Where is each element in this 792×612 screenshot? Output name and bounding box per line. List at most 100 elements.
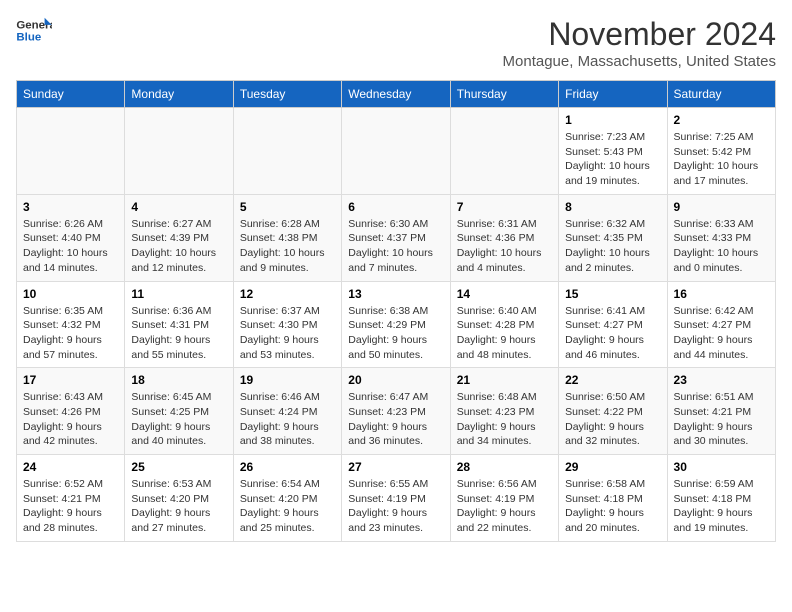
calendar-cell <box>125 108 233 195</box>
day-info: Sunrise: 6:26 AM Sunset: 4:40 PM Dayligh… <box>23 217 118 276</box>
calendar-cell: 19 Sunrise: 6:46 AM Sunset: 4:24 PM Dayli… <box>233 368 341 455</box>
month-title: November 2024 <box>503 16 776 53</box>
day-number: 28 <box>457 460 552 474</box>
day-number: 30 <box>674 460 769 474</box>
day-number: 15 <box>565 287 660 301</box>
calendar-cell: 3Sunrise: 6:26 AM Sunset: 4:40 PM Daylig… <box>17 194 125 281</box>
calendar-cell <box>450 108 558 195</box>
calendar-week-2: 3Sunrise: 6:26 AM Sunset: 4:40 PM Daylig… <box>17 194 776 281</box>
day-header-tuesday: Tuesday <box>233 81 341 108</box>
day-info: Sunrise: 6:58 AM Sunset: 4:18 PM Dayligh… <box>565 477 660 536</box>
calendar-cell: 1Sunrise: 7:23 AM Sunset: 5:43 PM Daylig… <box>559 108 667 195</box>
logo: General Blue <box>16 16 52 46</box>
day-header-sunday: Sunday <box>17 81 125 108</box>
calendar-cell: 9 Sunrise: 6:33 AM Sunset: 4:33 PM Daylig… <box>667 194 775 281</box>
day-number: 18 <box>131 373 226 387</box>
title-area: November 2024 Montague, Massachusetts, U… <box>503 16 776 70</box>
day-header-wednesday: Wednesday <box>342 81 450 108</box>
calendar-cell: 25 Sunrise: 6:53 AM Sunset: 4:20 PM Dayli… <box>125 455 233 542</box>
day-header-monday: Monday <box>125 81 233 108</box>
calendar-cell: 7Sunrise: 6:31 AM Sunset: 4:36 PM Daylig… <box>450 194 558 281</box>
day-info: Sunrise: 6:35 AM Sunset: 4:32 PM Dayligh… <box>23 304 118 363</box>
calendar-cell: 5Sunrise: 6:28 AM Sunset: 4:38 PM Daylig… <box>233 194 341 281</box>
location-title: Montague, Massachusetts, United States <box>503 53 776 70</box>
calendar-cell: 16Sunrise: 6:42 AM Sunset: 4:27 PM Dayli… <box>667 281 775 368</box>
day-info: Sunrise: 7:25 AM Sunset: 5:42 PM Dayligh… <box>674 130 769 189</box>
calendar-cell: 14 Sunrise: 6:40 AM Sunset: 4:28 PM Dayli… <box>450 281 558 368</box>
day-info: Sunrise: 6:47 AM Sunset: 4:23 PM Dayligh… <box>348 390 443 449</box>
calendar-cell: 2 Sunrise: 7:25 AM Sunset: 5:42 PM Daylig… <box>667 108 775 195</box>
day-number: 24 <box>23 460 118 474</box>
calendar-cell: 4Sunrise: 6:27 AM Sunset: 4:39 PM Daylig… <box>125 194 233 281</box>
calendar-cell: 24 Sunrise: 6:52 AM Sunset: 4:21 PM Dayli… <box>17 455 125 542</box>
day-info: Sunrise: 6:59 AM Sunset: 4:18 PM Dayligh… <box>674 477 769 536</box>
day-number: 1 <box>565 113 660 127</box>
day-info: Sunrise: 6:50 AM Sunset: 4:22 PM Dayligh… <box>565 390 660 449</box>
day-number: 12 <box>240 287 335 301</box>
svg-text:Blue: Blue <box>16 32 41 44</box>
day-info: Sunrise: 6:54 AM Sunset: 4:20 PM Dayligh… <box>240 477 335 536</box>
day-number: 9 <box>674 200 769 214</box>
day-info: Sunrise: 6:42 AM Sunset: 4:27 PM Dayligh… <box>674 304 769 363</box>
day-info: Sunrise: 6:36 AM Sunset: 4:31 PM Dayligh… <box>131 304 226 363</box>
calendar-cell: 12 Sunrise: 6:37 AM Sunset: 4:30 PM Dayli… <box>233 281 341 368</box>
calendar-cell: 17Sunrise: 6:43 AM Sunset: 4:26 PM Dayli… <box>17 368 125 455</box>
calendar-cell: 18 Sunrise: 6:45 AM Sunset: 4:25 PM Dayli… <box>125 368 233 455</box>
day-number: 2 <box>674 113 769 127</box>
day-header-friday: Friday <box>559 81 667 108</box>
day-header-saturday: Saturday <box>667 81 775 108</box>
day-number: 23 <box>674 373 769 387</box>
calendar-week-1: 1Sunrise: 7:23 AM Sunset: 5:43 PM Daylig… <box>17 108 776 195</box>
day-info: Sunrise: 6:32 AM Sunset: 4:35 PM Dayligh… <box>565 217 660 276</box>
calendar-week-4: 17Sunrise: 6:43 AM Sunset: 4:26 PM Dayli… <box>17 368 776 455</box>
day-number: 11 <box>131 287 226 301</box>
calendar-cell: 6 Sunrise: 6:30 AM Sunset: 4:37 PM Daylig… <box>342 194 450 281</box>
day-number: 8 <box>565 200 660 214</box>
day-number: 14 <box>457 287 552 301</box>
day-info: Sunrise: 6:41 AM Sunset: 4:27 PM Dayligh… <box>565 304 660 363</box>
calendar-cell: 15 Sunrise: 6:41 AM Sunset: 4:27 PM Dayli… <box>559 281 667 368</box>
day-info: Sunrise: 6:27 AM Sunset: 4:39 PM Dayligh… <box>131 217 226 276</box>
calendar-cell: 11 Sunrise: 6:36 AM Sunset: 4:31 PM Dayli… <box>125 281 233 368</box>
calendar-cell: 30 Sunrise: 6:59 AM Sunset: 4:18 PM Dayli… <box>667 455 775 542</box>
day-info: Sunrise: 6:56 AM Sunset: 4:19 PM Dayligh… <box>457 477 552 536</box>
calendar-cell: 28 Sunrise: 6:56 AM Sunset: 4:19 PM Dayli… <box>450 455 558 542</box>
day-number: 26 <box>240 460 335 474</box>
calendar-cell: 10Sunrise: 6:35 AM Sunset: 4:32 PM Dayli… <box>17 281 125 368</box>
calendar-week-3: 10Sunrise: 6:35 AM Sunset: 4:32 PM Dayli… <box>17 281 776 368</box>
day-info: Sunrise: 6:45 AM Sunset: 4:25 PM Dayligh… <box>131 390 226 449</box>
day-number: 29 <box>565 460 660 474</box>
calendar-cell <box>17 108 125 195</box>
day-info: Sunrise: 6:55 AM Sunset: 4:19 PM Dayligh… <box>348 477 443 536</box>
calendar-cell: 29 Sunrise: 6:58 AM Sunset: 4:18 PM Dayli… <box>559 455 667 542</box>
day-info: Sunrise: 6:51 AM Sunset: 4:21 PM Dayligh… <box>674 390 769 449</box>
day-number: 20 <box>348 373 443 387</box>
calendar-table: SundayMondayTuesdayWednesdayThursdayFrid… <box>16 80 776 542</box>
day-info: Sunrise: 6:30 AM Sunset: 4:37 PM Dayligh… <box>348 217 443 276</box>
day-number: 19 <box>240 373 335 387</box>
day-number: 22 <box>565 373 660 387</box>
day-info: Sunrise: 6:48 AM Sunset: 4:23 PM Dayligh… <box>457 390 552 449</box>
day-info: Sunrise: 6:38 AM Sunset: 4:29 PM Dayligh… <box>348 304 443 363</box>
day-number: 13 <box>348 287 443 301</box>
day-info: Sunrise: 6:40 AM Sunset: 4:28 PM Dayligh… <box>457 304 552 363</box>
day-info: Sunrise: 6:52 AM Sunset: 4:21 PM Dayligh… <box>23 477 118 536</box>
calendar-cell: 13 Sunrise: 6:38 AM Sunset: 4:29 PM Dayli… <box>342 281 450 368</box>
calendar-week-5: 24 Sunrise: 6:52 AM Sunset: 4:21 PM Dayli… <box>17 455 776 542</box>
day-number: 17 <box>23 373 118 387</box>
day-info: Sunrise: 6:46 AM Sunset: 4:24 PM Dayligh… <box>240 390 335 449</box>
day-info: Sunrise: 6:37 AM Sunset: 4:30 PM Dayligh… <box>240 304 335 363</box>
day-number: 21 <box>457 373 552 387</box>
day-info: Sunrise: 6:33 AM Sunset: 4:33 PM Dayligh… <box>674 217 769 276</box>
calendar-header-row: SundayMondayTuesdayWednesdayThursdayFrid… <box>17 81 776 108</box>
day-info: Sunrise: 6:53 AM Sunset: 4:20 PM Dayligh… <box>131 477 226 536</box>
calendar-body: 1Sunrise: 7:23 AM Sunset: 5:43 PM Daylig… <box>17 108 776 542</box>
day-number: 6 <box>348 200 443 214</box>
day-number: 7 <box>457 200 552 214</box>
calendar-cell: 21 Sunrise: 6:48 AM Sunset: 4:23 PM Dayli… <box>450 368 558 455</box>
header: General Blue November 2024 Montague, Mas… <box>16 16 776 70</box>
day-number: 25 <box>131 460 226 474</box>
calendar-cell: 27Sunrise: 6:55 AM Sunset: 4:19 PM Dayli… <box>342 455 450 542</box>
calendar-cell: 8 Sunrise: 6:32 AM Sunset: 4:35 PM Daylig… <box>559 194 667 281</box>
calendar-cell: 20 Sunrise: 6:47 AM Sunset: 4:23 PM Dayli… <box>342 368 450 455</box>
